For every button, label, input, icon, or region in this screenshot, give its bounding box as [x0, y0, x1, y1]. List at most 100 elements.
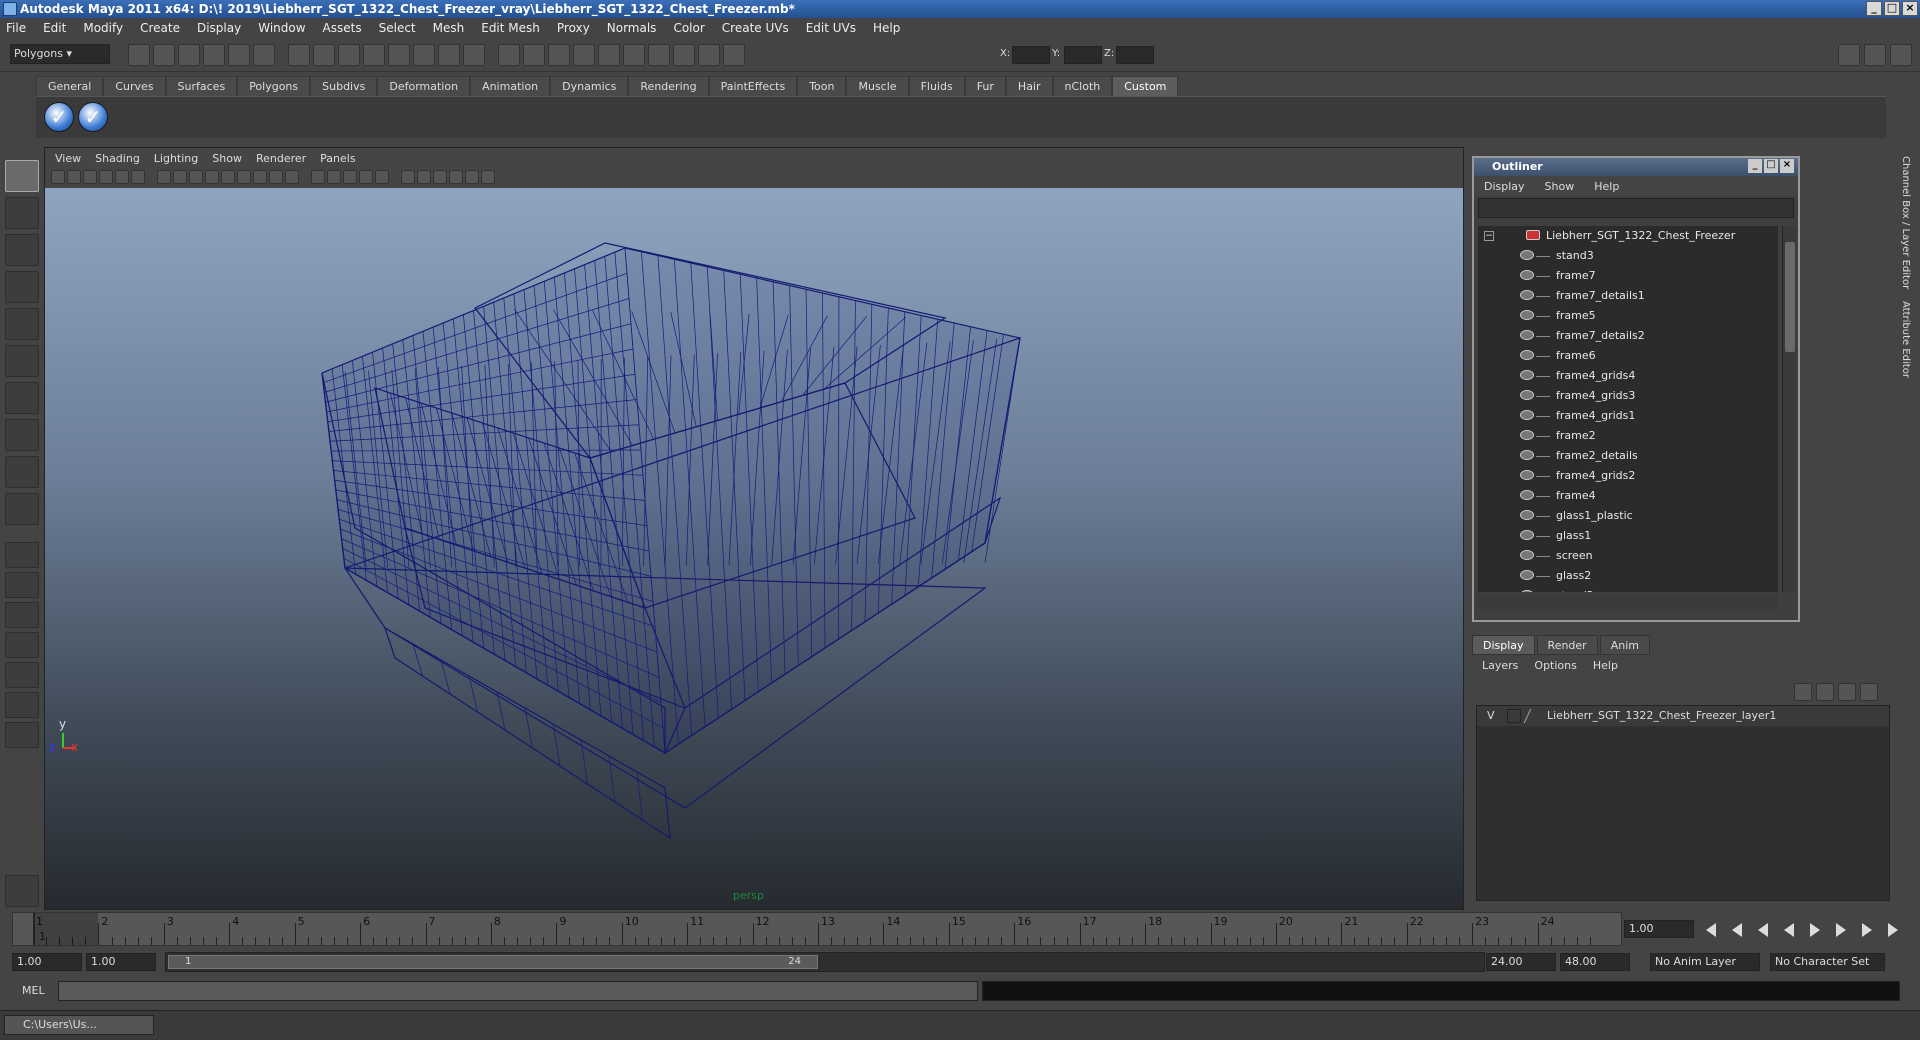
menu-file[interactable]: File	[6, 21, 26, 35]
viewport-tool-icon[interactable]	[189, 170, 203, 184]
menu-edit[interactable]: Edit	[43, 21, 66, 35]
shelf-tab-dynamics[interactable]: Dynamics	[550, 76, 629, 96]
menu-normals[interactable]: Normals	[607, 21, 657, 35]
outliner-item[interactable]: glass1	[1478, 526, 1778, 546]
single-pane-layout-icon[interactable]	[5, 542, 39, 568]
viewport-menu-show[interactable]: Show	[212, 152, 242, 165]
outliner-item[interactable]: stand2	[1478, 586, 1778, 592]
status-tool-icon[interactable]	[338, 44, 360, 66]
shelf-tab-curves[interactable]: Curves	[103, 76, 166, 96]
menu-edit-mesh[interactable]: Edit Mesh	[481, 21, 540, 35]
outliner-item[interactable]: frame4_grids2	[1478, 466, 1778, 486]
menu-proxy[interactable]: Proxy	[557, 21, 590, 35]
shelf-tab-subdivs[interactable]: Subdivs	[310, 76, 378, 96]
start-time-field[interactable]: 1.00	[12, 953, 82, 971]
status-tool-icon[interactable]	[178, 44, 200, 66]
status-tool-icon[interactable]	[598, 44, 620, 66]
go-to-end-icon[interactable]	[1888, 923, 1898, 937]
outliner-item[interactable]: frame4	[1478, 486, 1778, 506]
menu-modify[interactable]: Modify	[83, 21, 123, 35]
shelf-tab-painteffects[interactable]: PaintEffects	[708, 76, 798, 96]
step-forward-frame-icon[interactable]	[1836, 923, 1846, 937]
collapse-icon[interactable]: −	[1484, 231, 1494, 241]
status-tool-icon[interactable]	[128, 44, 150, 66]
shelf-tab-hair[interactable]: Hair	[1005, 76, 1053, 96]
status-tool-icon[interactable]	[698, 44, 720, 66]
outliner-horizontal-scrollbar[interactable]	[1478, 595, 1778, 609]
layer-visibility-toggle[interactable]: V	[1487, 706, 1495, 726]
status-tool-icon[interactable]	[413, 44, 435, 66]
close-button[interactable]: ×	[1902, 1, 1918, 16]
status-tool-icon[interactable]	[623, 44, 645, 66]
four-pane-layout-icon[interactable]	[5, 572, 39, 598]
menu-display[interactable]: Display	[197, 21, 241, 35]
status-tool-icon[interactable]	[228, 44, 250, 66]
status-tool-icon[interactable]	[498, 44, 520, 66]
viewport-tool-icon[interactable]	[99, 170, 113, 184]
menu-help[interactable]: Help	[873, 21, 900, 35]
anim-layer-dropdown[interactable]: No Anim Layer	[1650, 953, 1760, 971]
viewport-tool-icon[interactable]	[343, 170, 357, 184]
menu-window[interactable]: Window	[258, 21, 305, 35]
shelf-tab-animation[interactable]: Animation	[470, 76, 551, 96]
status-tool-icon[interactable]	[573, 44, 595, 66]
status-tool-icon[interactable]	[313, 44, 335, 66]
layer-row[interactable]: V Liebherr_SGT_1322_Chest_Freezer_layer1	[1477, 706, 1889, 726]
status-tool-icon[interactable]	[388, 44, 410, 66]
shelf-tab-ncloth[interactable]: nCloth	[1052, 76, 1113, 96]
viewport-menu-lighting[interactable]: Lighting	[154, 152, 198, 165]
command-input[interactable]	[58, 981, 978, 1001]
viewport-menu-panels[interactable]: Panels	[320, 152, 355, 165]
select-tool-icon[interactable]	[5, 160, 39, 192]
shelf-tab-fur[interactable]: Fur	[964, 76, 1006, 96]
menu-color[interactable]: Color	[673, 21, 704, 35]
check-shelf-button-2[interactable]: ✓	[78, 102, 108, 132]
layer-tab-anim[interactable]: Anim	[1599, 635, 1650, 655]
status-tool-icon[interactable]	[203, 44, 225, 66]
status-tool-icon[interactable]	[548, 44, 570, 66]
outliner-item[interactable]: frame6	[1478, 346, 1778, 366]
viewport-tool-icon[interactable]	[115, 170, 129, 184]
y-field[interactable]	[1064, 46, 1102, 64]
step-back-key-icon[interactable]	[1732, 923, 1742, 937]
status-tool-icon[interactable]	[648, 44, 670, 66]
menu-edit-uvs[interactable]: Edit UVs	[806, 21, 856, 35]
show-manipulator-icon[interactable]	[5, 456, 39, 488]
end-time-field[interactable]: 48.00	[1560, 953, 1630, 971]
status-tool-icon[interactable]	[288, 44, 310, 66]
new-layer-icon[interactable]	[1794, 683, 1812, 701]
status-tool-icon[interactable]	[523, 44, 545, 66]
viewport-tool-icon[interactable]	[83, 170, 97, 184]
layer-template-toggle[interactable]	[1507, 709, 1521, 723]
z-field[interactable]	[1116, 46, 1154, 64]
menu-create[interactable]: Create	[140, 21, 180, 35]
viewport-tool-icon[interactable]	[311, 170, 325, 184]
viewport-tool-icon[interactable]	[401, 170, 415, 184]
viewport-tool-icon[interactable]	[285, 170, 299, 184]
attribute-editor-tab[interactable]: Attribute Editor	[1896, 295, 1915, 384]
outliner-item[interactable]: frame7_details2	[1478, 326, 1778, 346]
toggle-tool-settings-icon[interactable]	[1864, 44, 1886, 66]
minimized-window[interactable]: C:\Users\Us...	[4, 1015, 154, 1035]
outliner-menu-display[interactable]: Display	[1484, 180, 1525, 193]
viewport-tool-icon[interactable]	[237, 170, 251, 184]
viewport-tool-icon[interactable]	[359, 170, 373, 184]
viewport-tool-icon[interactable]	[157, 170, 171, 184]
viewport-tool-icon[interactable]	[449, 170, 463, 184]
playback-start-field[interactable]: 1.00	[86, 953, 156, 971]
viewport-menu-shading[interactable]: Shading	[95, 152, 140, 165]
outliner-item[interactable]: frame7_details1	[1478, 286, 1778, 306]
layer-menu-help[interactable]: Help	[1593, 659, 1618, 672]
outliner-item[interactable]: frame4_grids4	[1478, 366, 1778, 386]
shelf-tab-rendering[interactable]: Rendering	[628, 76, 709, 96]
status-tool-icon[interactable]	[438, 44, 460, 66]
status-tool-icon[interactable]	[723, 44, 745, 66]
maximize-button[interactable]: □	[1884, 1, 1900, 16]
minimize-button[interactable]: _	[1866, 1, 1882, 16]
outliner-item[interactable]: frame7	[1478, 266, 1778, 286]
viewport-tool-icon[interactable]	[327, 170, 341, 184]
outliner-vertical-scrollbar[interactable]	[1782, 226, 1796, 592]
hypershade-layout-icon[interactable]	[5, 662, 39, 688]
shelf-tab-muscle[interactable]: Muscle	[846, 76, 909, 96]
outliner-layout-icon[interactable]	[5, 602, 39, 628]
